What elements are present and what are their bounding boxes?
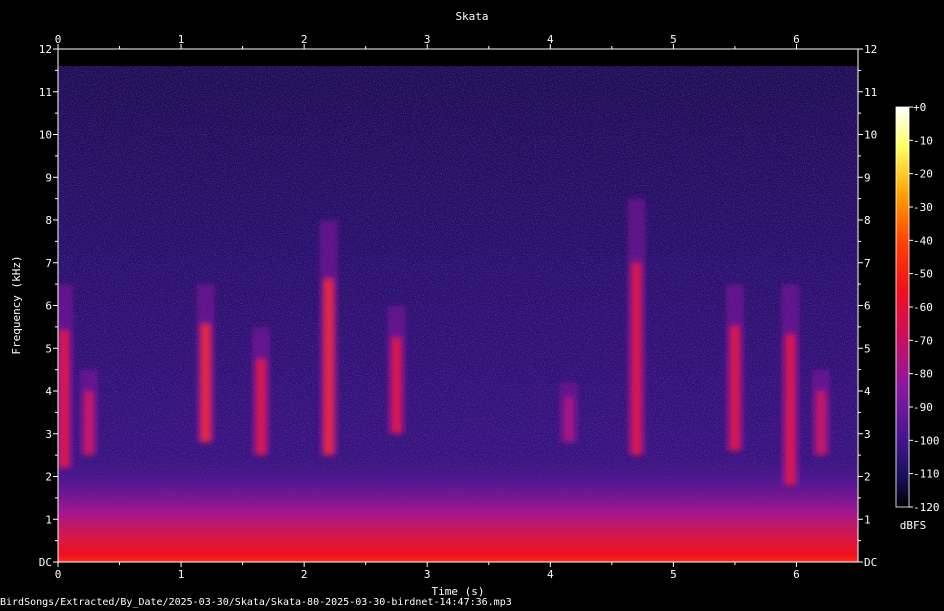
y-tick-label-right: 9 bbox=[864, 171, 871, 184]
y-tick-label: 12 bbox=[39, 43, 52, 56]
spectrogram-figure: Skata 0123456 0123456 DC123456789101112 … bbox=[10, 10, 940, 598]
call-core bbox=[83, 391, 94, 456]
y-tick-label-right: 5 bbox=[864, 342, 871, 355]
x-axis-top: 0 1 2 3 4 5 6 bbox=[55, 33, 800, 49]
y-tick-label-right: 4 bbox=[864, 385, 871, 398]
colorbar-label: dBFS bbox=[900, 519, 927, 532]
colorbar-tick-label: -30 bbox=[913, 201, 933, 214]
call-core bbox=[785, 334, 796, 486]
y-tick-label: 7 bbox=[45, 257, 52, 270]
y-tick-label: 10 bbox=[39, 129, 52, 142]
x-tick-label-top: 1 bbox=[178, 33, 185, 46]
call-core bbox=[256, 358, 267, 456]
call-core bbox=[323, 278, 334, 456]
y-tick-label: 3 bbox=[45, 428, 52, 441]
y-tick-label: 5 bbox=[45, 342, 52, 355]
y-tick-label-right: 10 bbox=[864, 129, 877, 142]
y-tick-label: DC bbox=[39, 556, 52, 569]
y-tick-label: 2 bbox=[45, 471, 52, 484]
x-tick-label: 6 bbox=[793, 568, 800, 581]
colorbar-tick-label: -110 bbox=[913, 468, 940, 481]
colorbar-tick-label: +0 bbox=[913, 101, 926, 114]
call-core bbox=[200, 323, 211, 443]
y-tick-label: 4 bbox=[45, 385, 52, 398]
colorbar-tick-label: -90 bbox=[913, 401, 933, 414]
y-tick-label: 1 bbox=[45, 513, 52, 526]
y-tick-label-right: 7 bbox=[864, 257, 871, 270]
colorbar-tick-label: -50 bbox=[913, 268, 933, 281]
y-tick-label-right: 1 bbox=[864, 513, 871, 526]
colorbar-tick-label: -120 bbox=[913, 501, 940, 514]
y-tick-label: 6 bbox=[45, 300, 52, 313]
colorbar-tick-label: -70 bbox=[913, 334, 933, 347]
colorbar-tick-label: -40 bbox=[913, 234, 933, 247]
plot-area bbox=[58, 49, 858, 562]
y-tick-label: 9 bbox=[45, 171, 52, 184]
call-core bbox=[816, 391, 827, 456]
colorbar: +0 -10 -20 -30 -40 -50 -60 -70 -80 -90 -100 -110 -12… bbox=[895, 101, 940, 532]
colorbar-tick-label: -60 bbox=[913, 301, 933, 314]
x-tick-label-top: 0 bbox=[55, 33, 62, 46]
y-axis-right: DC123456789101112 bbox=[858, 43, 877, 569]
y-axis-label: Frequency (kHz) bbox=[10, 255, 23, 354]
y-tick-label: 8 bbox=[45, 214, 52, 227]
x-tick-label-top: 4 bbox=[547, 33, 554, 46]
y-tick-label-right: 8 bbox=[864, 214, 871, 227]
call-core bbox=[563, 397, 574, 443]
x-tick-label: 4 bbox=[547, 568, 554, 581]
x-axis-bottom: 0 1 2 3 4 5 6 bbox=[55, 562, 800, 581]
y-tick-label: 11 bbox=[39, 86, 52, 99]
file-path-footer: BirdSongs/Extracted/By_Date/2025-03-30/S… bbox=[0, 597, 512, 608]
y-tick-label-right: 12 bbox=[864, 43, 877, 56]
y-axis-left: DC123456789101112 bbox=[39, 43, 58, 569]
x-tick-label: 1 bbox=[178, 568, 185, 581]
colorbar-ticks: +0 -10 -20 -30 -40 -50 -60 -70 -80 -90 -100 -110 -12… bbox=[909, 101, 940, 514]
x-tick-label: 0 bbox=[55, 568, 62, 581]
y-tick-label-right: 11 bbox=[864, 86, 877, 99]
y-tick-label-right: 3 bbox=[864, 428, 871, 441]
x-tick-label: 5 bbox=[670, 568, 677, 581]
colorbar-tick-label: -80 bbox=[913, 368, 933, 381]
x-tick-label: 2 bbox=[301, 568, 308, 581]
call-core bbox=[59, 330, 70, 468]
call-core bbox=[391, 337, 402, 434]
x-tick-label-top: 2 bbox=[301, 33, 308, 46]
x-tick-label-top: 6 bbox=[793, 33, 800, 46]
call-core bbox=[729, 325, 740, 451]
y-tick-label-right: 6 bbox=[864, 300, 871, 313]
chart-title: Skata bbox=[455, 10, 488, 23]
y-tick-label-right: DC bbox=[864, 556, 877, 569]
colorbar-gradient bbox=[896, 107, 909, 507]
colorbar-tick-label: -100 bbox=[913, 434, 940, 447]
low-frequency-energy-band bbox=[58, 450, 858, 562]
x-tick-label-top: 5 bbox=[670, 33, 677, 46]
x-tick-label-top: 3 bbox=[424, 33, 431, 46]
x-tick-label: 3 bbox=[424, 568, 431, 581]
colorbar-tick-label: -20 bbox=[913, 168, 933, 181]
call-core bbox=[631, 262, 642, 456]
y-tick-label-right: 2 bbox=[864, 471, 871, 484]
colorbar-tick-label: -10 bbox=[913, 134, 933, 147]
